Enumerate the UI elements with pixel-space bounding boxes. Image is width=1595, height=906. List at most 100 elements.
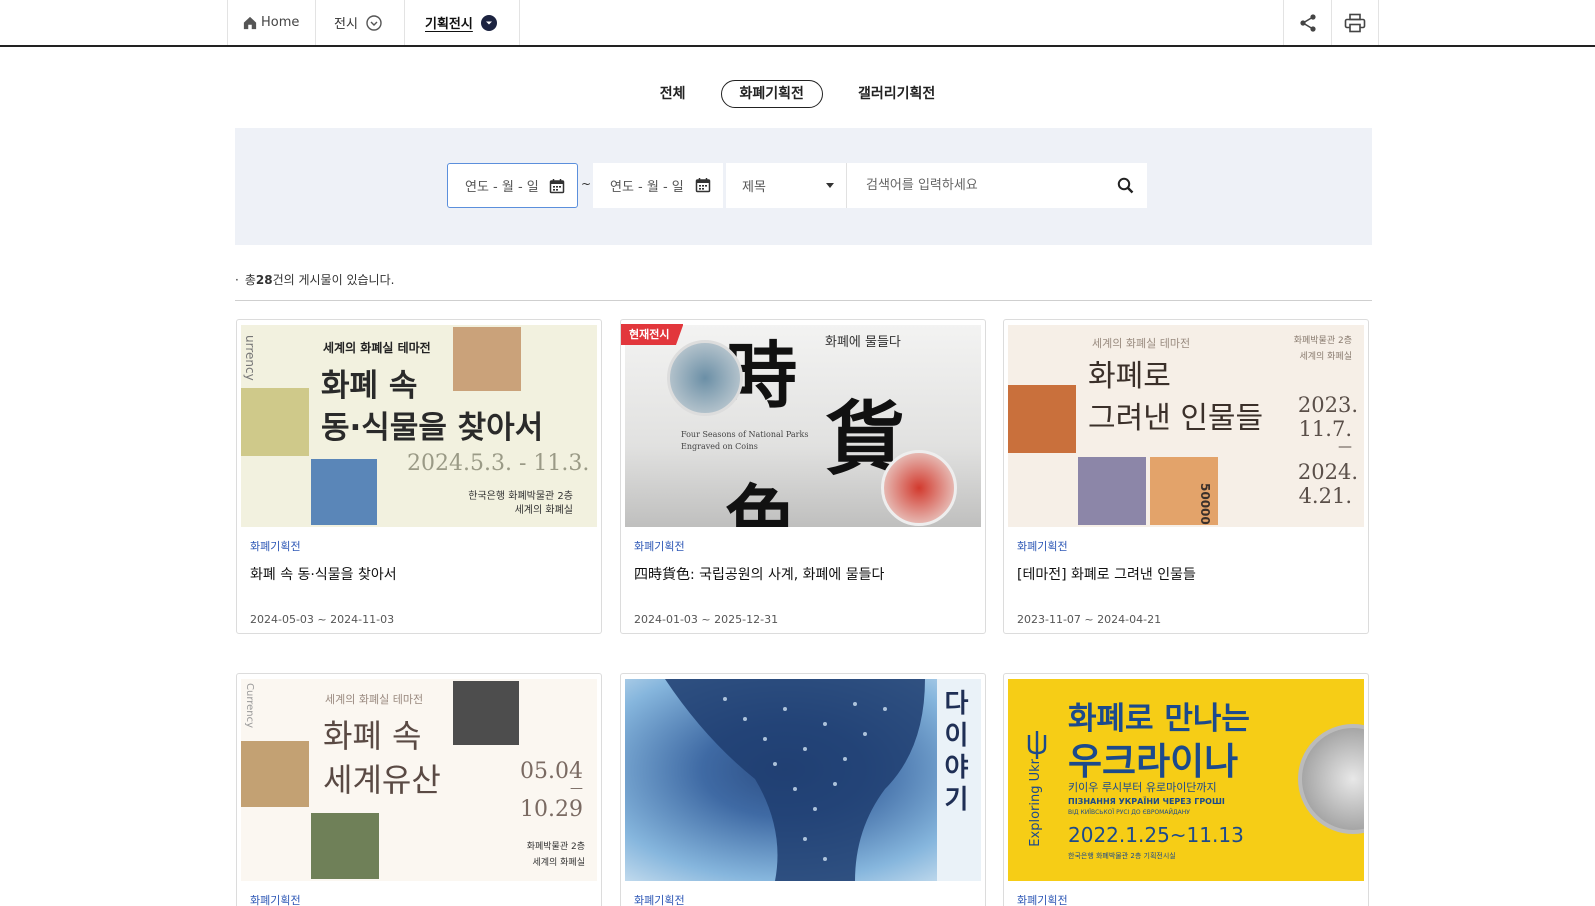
heritage-note-image [241, 741, 309, 807]
nav-special-exhibit-menu[interactable]: 기획전시 [404, 0, 520, 45]
poster-dates: 4.21. [1298, 484, 1352, 508]
search-icon [1117, 177, 1133, 193]
portrait-note-image [1078, 457, 1146, 525]
end-date-value: 연도 - 월 - 일 [610, 180, 684, 195]
card-period: 2023-11-07 ~ 2024-04-21 [1017, 613, 1162, 626]
exhibition-poster[interactable]: 다이야기 [625, 679, 981, 881]
coin-image [667, 340, 743, 416]
poster-headline: 동·식물을 찾아서 [321, 410, 544, 446]
top-navigation-bar: Home 전시 기획전시 [0, 0, 1595, 47]
result-count-number: 28 [255, 273, 273, 287]
poster-vertical-title: 다이야기 [939, 689, 969, 817]
card-title[interactable]: 四時貨色: 국립공원의 사계, 화폐에 물들다 [634, 564, 974, 584]
hedgehog-note-image [453, 327, 521, 391]
poster-venue: 화폐박물관 2층 [526, 842, 585, 852]
heritage-note-image [311, 813, 379, 879]
exhibition-card[interactable]: Exploring Ukr 화폐로 만나는 우크라이나 키이우 루시부터 유로마… [1003, 673, 1369, 906]
poster-dates: 11.7. [1298, 417, 1352, 441]
card-title[interactable]: [테마전] 화폐로 그려낸 인물들 [1017, 564, 1357, 584]
now-showing-badge: 현재전시 [621, 324, 684, 345]
poster-headline: 그려낸 인물들 [1088, 401, 1264, 436]
poster-top-label: 세계의 화폐실 테마전 [323, 341, 431, 355]
exhibition-poster[interactable]: 화폐에 물들다 時 貨 色 Four Seasons of National P… [625, 325, 981, 527]
share-button[interactable] [1283, 0, 1331, 45]
calendar-icon[interactable] [549, 178, 565, 194]
poster-caption: Engraved on Coins [681, 442, 758, 451]
tab-all[interactable]: 전체 [641, 80, 705, 108]
nav-exhibit-menu[interactable]: 전시 [315, 0, 404, 45]
flower-note-image [241, 388, 309, 456]
search-input[interactable] [847, 163, 1147, 208]
poster-side-text: Exploring Ukr [1028, 759, 1043, 847]
chevron-down-filled-icon [480, 14, 497, 31]
poster-headline: 화폐 속 [321, 368, 418, 404]
card-period: 2024-05-03 ~ 2024-11-03 [250, 613, 395, 626]
poster-date-separator: — [570, 781, 583, 796]
result-prefix: 총 [244, 273, 256, 287]
search-panel: 연도 - 월 - 일 ~ 연도 - 월 - 일 제목 [235, 128, 1372, 245]
poster-caption: Four Seasons of National Parks [681, 430, 809, 439]
poster-subtitle: ВІД КИЇВСЬКОЇ РУСІ ДО ЄВРОМАЙДАНУ [1068, 809, 1190, 816]
caret-down-icon [826, 183, 834, 188]
tab-gallery-exhibition[interactable]: 갤러리기획전 [839, 80, 954, 108]
exhibition-card[interactable]: 세계의 화폐실 테마전 화폐박물관 2층 세계의 화폐실 화폐로 그려낸 인물들… [1003, 319, 1369, 634]
card-title[interactable]: 화폐 속 동·식물을 찾아서 [250, 564, 590, 584]
exhibition-poster[interactable]: urrency 세계의 화폐실 테마전 화폐 속 동·식물을 찾아서 2024.… [241, 325, 597, 527]
poster-headline: 화폐로 [1088, 359, 1171, 394]
whale-shark-illustration [665, 679, 925, 881]
start-date-field[interactable]: 연도 - 월 - 일 [447, 163, 578, 208]
poster-subtitle: ПІЗНАННЯ УКРАЇНИ ЧЕРЕЗ ГРОШІ [1068, 797, 1225, 806]
category-tabs: 전체 화폐기획전 갤러리기획전 [0, 80, 1595, 108]
portrait-note-image [1008, 385, 1076, 453]
poster-venue: 한국은행 화폐박물관 2층 기획전시실 [1068, 852, 1176, 860]
home-icon [243, 16, 257, 29]
search-field-select[interactable]: 제목 [726, 163, 847, 208]
poster-dates: 2023. [1297, 393, 1358, 417]
card-category: 화폐기획전 [250, 540, 301, 553]
search-button[interactable] [1111, 171, 1139, 199]
card-category: 화폐기획전 [634, 894, 685, 906]
butterfly-note-image [311, 459, 377, 525]
chevron-down-circle-icon [366, 14, 382, 31]
card-category: 화폐기획전 [1017, 540, 1068, 553]
tab-currency-exhibition[interactable]: 화폐기획전 [720, 80, 823, 108]
poster-dates: 10.29 [520, 797, 583, 822]
nav-exhibit-label: 전시 [334, 17, 358, 32]
poster-headline: 화폐 속 [323, 717, 422, 755]
heritage-note-image [453, 681, 519, 745]
poster-subtitle: 키이우 루시부터 유로마이단까지 [1068, 781, 1217, 794]
exhibition-poster[interactable]: Exploring Ukr 화폐로 만나는 우크라이나 키이우 루시부터 유로마… [1008, 679, 1364, 881]
poster-dates: 2024.5.3. - 11.3. [407, 451, 590, 476]
card-category: 화폐기획전 [250, 894, 301, 906]
poster-side-text: Currency [244, 683, 255, 729]
poster-venue: 세계의 화폐실 [532, 858, 585, 868]
coin-image [1298, 724, 1364, 834]
poster-top-label: 화폐에 물들다 [825, 335, 901, 350]
share-icon [1299, 13, 1316, 32]
poster-venue: 화폐박물관 2층 [1293, 336, 1352, 346]
start-date-value: 연도 - 월 - 일 [465, 180, 539, 195]
exhibition-card[interactable]: Currency 세계의 화폐실 테마전 화폐 속 세계유산 05.04 — 1… [236, 673, 602, 906]
poster-dates: 2024. [1297, 460, 1358, 484]
bullet: · [235, 273, 239, 287]
nav-special-label: 기획전시 [425, 17, 473, 32]
calendar-icon[interactable] [695, 177, 711, 193]
exhibition-card[interactable]: 다이야기 화폐기획전 [620, 673, 986, 906]
print-button[interactable] [1331, 0, 1379, 45]
poster-date-separator: — [1338, 439, 1352, 455]
poster-venue: 세계의 화폐실 [1299, 352, 1352, 362]
nav-home-label: Home [261, 15, 300, 30]
exhibition-poster[interactable]: 세계의 화폐실 테마전 화폐박물관 2층 세계의 화폐실 화폐로 그려낸 인물들… [1008, 325, 1364, 527]
end-date-field[interactable]: 연도 - 월 - 일 [593, 163, 723, 208]
card-period: 2024-01-03 ~ 2025-12-31 [634, 613, 779, 626]
poster-top-label: 세계의 화폐실 테마전 [1092, 337, 1191, 350]
exhibition-card[interactable]: urrency 세계의 화폐실 테마전 화폐 속 동·식물을 찾아서 2024.… [236, 319, 602, 634]
poster-hanja: 色 [725, 476, 798, 527]
nav-home-link[interactable]: Home [227, 0, 315, 45]
print-icon [1344, 13, 1366, 32]
poster-side-text: urrency [243, 335, 257, 381]
card-category: 화폐기획전 [634, 540, 685, 553]
exhibition-card[interactable]: 화폐에 물들다 時 貨 色 Four Seasons of National P… [620, 319, 986, 634]
poster-dates: 2022.1.25~11.13 [1068, 823, 1244, 847]
exhibition-poster[interactable]: Currency 세계의 화폐실 테마전 화폐 속 세계유산 05.04 — 1… [241, 679, 597, 881]
